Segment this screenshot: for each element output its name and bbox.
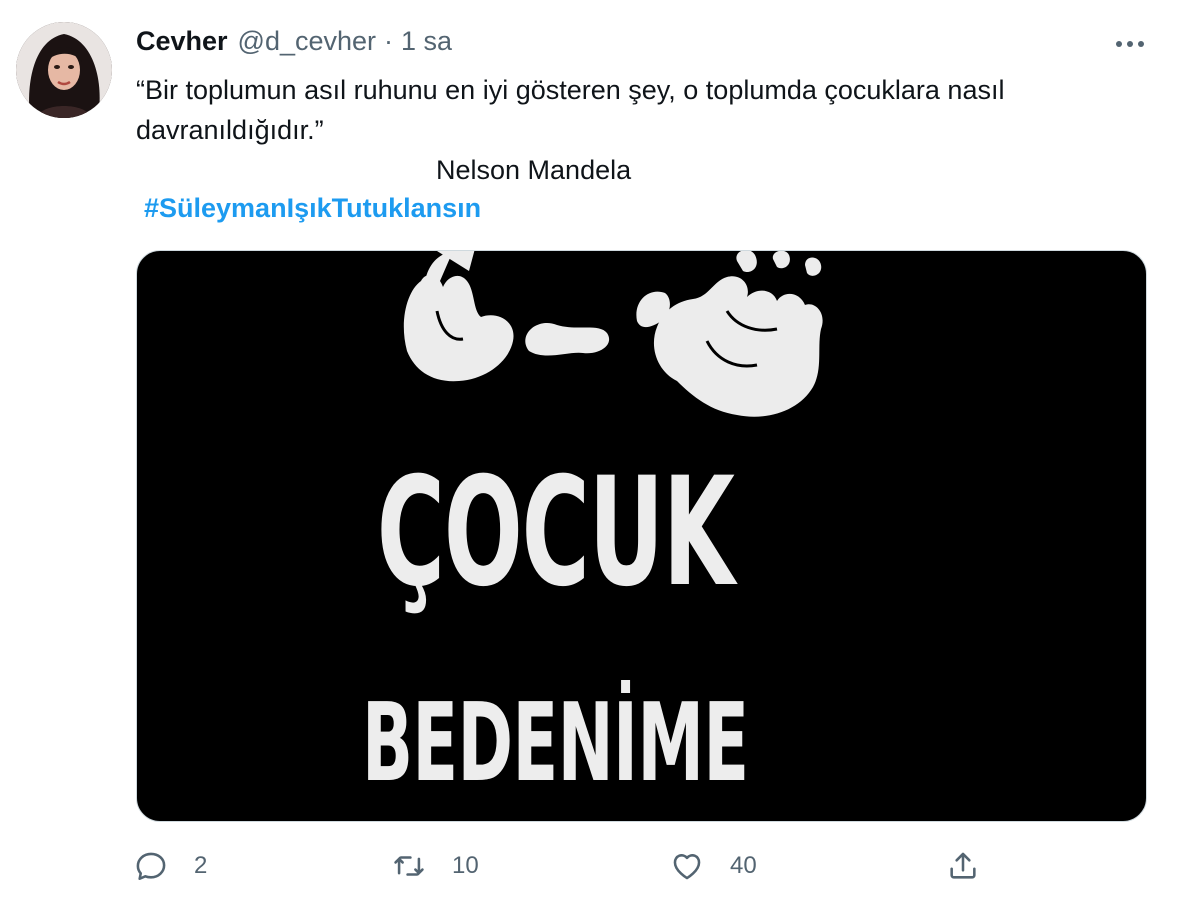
image-text-bedenime: BEDENİME [362,681,749,806]
share-button[interactable] [946,842,980,890]
hashtag-link[interactable]: #SüleymanIşıkTutuklansın [144,188,481,228]
avatar[interactable] [16,22,112,118]
author-name[interactable]: Cevher [136,26,228,57]
share-icon [950,852,976,879]
tweet-text-line: “Bir toplumun asıl ruhunu en iyi göstere… [136,75,1005,105]
tweet-header: Cevher @d_cevher · 1 sa [136,26,452,58]
reply-count: 2 [194,852,208,879]
image-text-cocuk: ÇOCUK [376,446,735,620]
separator-dot: · [384,26,394,56]
reply-button[interactable]: 2 [134,842,207,890]
author-handle[interactable]: @d_cevher [238,26,376,57]
heart-icon [673,854,701,880]
like-button[interactable]: 40 [670,842,757,890]
retweet-count: 10 [452,852,479,879]
tweet-text: “Bir toplumun asıl ruhunu en iyi göstere… [136,70,1126,185]
action-bar: 2 10 40 [0,842,1188,890]
more-horizontal-icon [1114,41,1147,47]
retweet-button[interactable]: 10 [392,842,479,890]
more-options-button[interactable] [1108,28,1152,60]
retweet-icon [394,856,424,876]
like-count: 40 [730,852,757,879]
tweet[interactable]: Cevher @d_cevher · 1 sa “Bir toplumun as… [0,0,1188,916]
quote-author: Nelson Mandela [436,155,632,185]
tweet-text-line: davranıldığıdır.” [136,115,324,145]
timestamp[interactable]: 1 sa [401,26,452,57]
reply-icon [136,852,166,881]
